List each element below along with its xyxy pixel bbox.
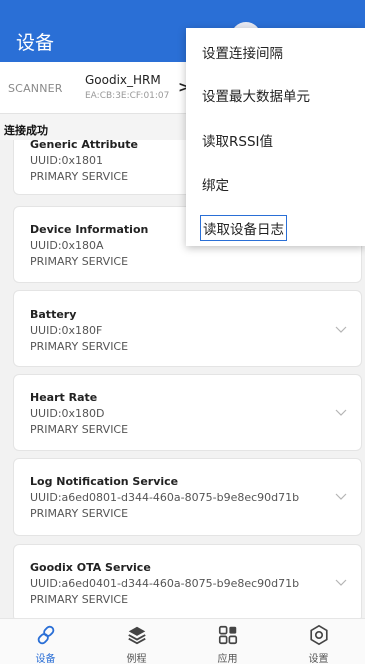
menu-item-bond[interactable]: 绑定 <box>202 174 229 194</box>
service-uuid: UUID:a6ed0801-d344-460a-8075-b9e8ec90d71… <box>30 491 300 504</box>
service-type: PRIMARY SERVICE <box>30 507 129 520</box>
nav-label-apps: 应用 <box>217 654 238 664</box>
tab-device-name[interactable]: Goodix_HRM <box>85 73 161 87</box>
nav-label-settings: 设置 <box>308 654 329 664</box>
service-name: Generic Attribute <box>30 140 138 151</box>
app-title: 设备 <box>16 32 55 54</box>
service-name: Battery <box>30 308 77 321</box>
menu-item-read-rssi[interactable]: 读取RSSI值 <box>202 130 273 150</box>
settings-gear-icon <box>309 624 328 646</box>
nav-item-settings[interactable]: 设置 <box>273 619 364 664</box>
nav-label-devices: 设备 <box>35 654 56 664</box>
service-type: PRIMARY SERVICE <box>30 170 129 183</box>
menu-item-set-max-data-unit[interactable]: 设置最大数据单元 <box>202 85 310 105</box>
service-type: PRIMARY SERVICE <box>30 255 129 268</box>
menu-item-read-device-log[interactable]: 读取设备日志 <box>200 215 287 241</box>
nav-item-apps[interactable]: 应用 <box>182 619 273 664</box>
link-icon <box>37 625 54 645</box>
service-card-log-notification[interactable]: Log Notification Service UUID:a6ed0801-d… <box>13 458 362 536</box>
service-card-heart-rate[interactable]: Heart Rate UUID:0x180D PRIMARY SERVICE <box>13 374 362 451</box>
service-card-battery[interactable]: Battery UUID:0x180F PRIMARY SERVICE <box>13 290 362 367</box>
service-uuid: UUID:0x180A <box>30 239 104 252</box>
service-card-goodix-ota[interactable]: Goodix OTA Service UUID:a6ed0401-d344-46… <box>13 544 362 618</box>
service-name: Log Notification Service <box>30 475 179 488</box>
overflow-popup-menu: 设置连接间隔 设置最大数据单元 读取RSSI值 绑定 读取设备日志 <box>186 28 365 246</box>
tab-scanner[interactable]: SCANNER <box>8 82 63 95</box>
chevron-down-icon[interactable] <box>335 579 347 587</box>
bottom-navigation: 设备 例程 应用 设置 <box>0 618 365 664</box>
nav-label-examples: 例程 <box>126 654 147 664</box>
service-type: PRIMARY SERVICE <box>30 340 129 353</box>
service-uuid: UUID:a6ed0401-d344-460a-8075-b9e8ec90d71… <box>30 577 300 590</box>
service-uuid: UUID:0x180D <box>30 407 105 420</box>
nav-item-examples[interactable]: 例程 <box>91 619 182 664</box>
nav-item-devices[interactable]: 设备 <box>0 619 91 664</box>
service-type: PRIMARY SERVICE <box>30 593 129 606</box>
service-name: Goodix OTA Service <box>30 561 151 574</box>
service-name: Heart Rate <box>30 391 98 404</box>
apps-grid-icon <box>218 625 237 645</box>
device-mac-address: EA:CB:3E:CF:01:07 <box>85 91 170 101</box>
service-name: Device Information <box>30 223 149 236</box>
layers-icon <box>127 626 146 645</box>
service-type: PRIMARY SERVICE <box>30 423 129 436</box>
service-uuid: UUID:0x180F <box>30 324 103 337</box>
chevron-down-icon[interactable] <box>335 409 347 417</box>
chevron-down-icon[interactable] <box>335 326 347 334</box>
connection-status: 连接成功 <box>4 124 48 137</box>
chevron-down-icon[interactable] <box>335 493 347 501</box>
service-uuid: UUID:0x1801 <box>30 154 104 167</box>
menu-item-set-connection-interval[interactable]: 设置连接间隔 <box>202 42 283 62</box>
